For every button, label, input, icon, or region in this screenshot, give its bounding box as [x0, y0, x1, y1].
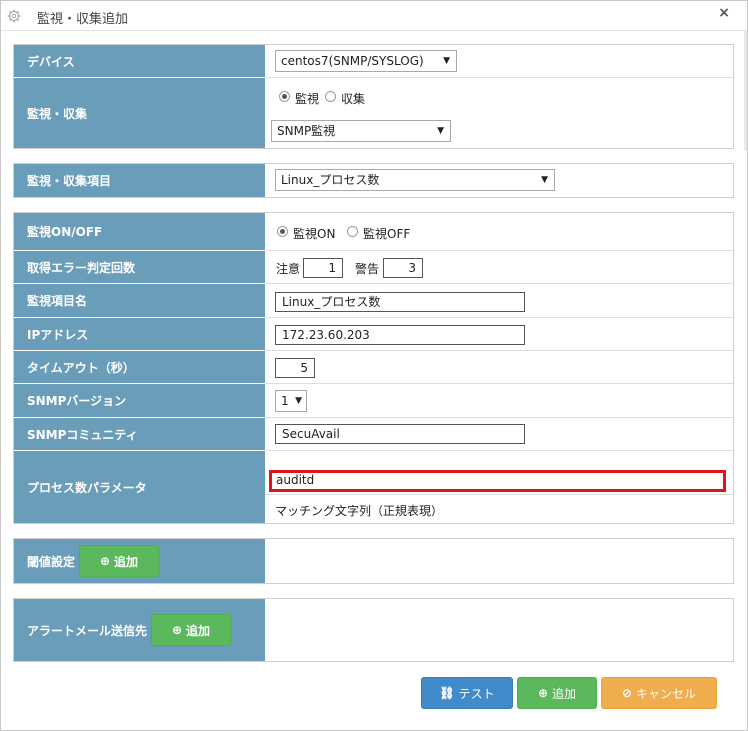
process-param-hint: マッチング文字列（正規表現） [275, 504, 444, 518]
dialog-titlebar: 監視・収集追加 × [1, 1, 747, 31]
snmp-version-row: SNMPバージョン 1 ▼ [14, 384, 733, 418]
community-label: SNMPコミュニティ [14, 418, 265, 451]
monitor-type-value: SNMP監視 [277, 124, 336, 138]
link-icon: ⛓ [439, 686, 455, 700]
onoff-value-cell: 監視ON 監視OFF [265, 213, 733, 251]
item-label: 監視・収集項目 [14, 164, 265, 197]
mode-row: 監視・収集 監視 収集 SNMP監視 ▼ [14, 78, 733, 148]
community-value-cell: SecuAvail [265, 418, 733, 451]
chevron-down-icon: ▼ [541, 175, 548, 185]
add-button[interactable]: ⊕ 追加 [517, 677, 597, 709]
threshold-section: 閾値設定 ⊕ 追加 [13, 538, 734, 584]
device-row: デバイス centos7(SNMP/SYSLOG) ▼ [14, 45, 733, 78]
monitor-off-radio[interactable] [347, 226, 358, 237]
item-name-input[interactable]: Linux_プロセス数 [275, 292, 525, 312]
caution-input[interactable]: 1 [303, 258, 343, 278]
timeout-value-cell: 5 [265, 351, 733, 384]
ban-icon: ⊘ [621, 686, 633, 700]
alert-mail-add-button[interactable]: ⊕ 追加 [151, 614, 231, 646]
add-button-label: 追加 [552, 686, 577, 701]
item-name-row: 監視項目名 Linux_プロセス数 [14, 284, 733, 318]
error-count-label: 取得エラー判定回数 [14, 251, 265, 284]
monitor-radio-label: 監視 [295, 92, 320, 106]
ip-row: IPアドレス 172.23.60.203 [14, 318, 733, 351]
chevron-down-icon: ▼ [437, 126, 444, 136]
test-button-label: テスト [458, 686, 495, 701]
device-select-value: centos7(SNMP/SYSLOG) [281, 54, 424, 68]
chevron-down-icon: ▼ [443, 56, 450, 66]
item-name-value-cell: Linux_プロセス数 [265, 284, 733, 318]
device-section: デバイス centos7(SNMP/SYSLOG) ▼ 監視・収集 監視 収集 … [13, 44, 734, 149]
snmp-version-select[interactable]: 1 ▼ [275, 390, 307, 412]
ip-input[interactable]: 172.23.60.203 [275, 325, 525, 345]
warning-input[interactable]: 3 [383, 258, 423, 278]
test-button[interactable]: ⛓ テスト [421, 677, 513, 709]
threshold-add-button[interactable]: ⊕ 追加 [79, 545, 159, 577]
timeout-label: タイムアウト（秒） [14, 351, 265, 384]
monitor-radio[interactable] [279, 91, 290, 102]
item-select[interactable]: Linux_プロセス数 ▼ [275, 169, 555, 191]
collect-radio[interactable] [325, 91, 336, 102]
scrollbar[interactable] [744, 31, 747, 151]
threshold-add-label: 追加 [114, 554, 139, 569]
close-icon[interactable]: × [718, 5, 730, 21]
settings-section: 監視ON/OFF 監視ON 監視OFF 取得エラー判定回数 注意 1 警告 3 … [13, 212, 734, 524]
process-param-value-cell: auditd マッチング文字列（正規表現） [265, 451, 733, 523]
error-count-row: 取得エラー判定回数 注意 1 警告 3 [14, 251, 733, 284]
error-count-value-cell: 注意 1 警告 3 [265, 251, 733, 284]
plus-circle-icon: ⊕ [99, 554, 111, 568]
onoff-label: 監視ON/OFF [14, 213, 265, 251]
process-param-input[interactable]: auditd [272, 473, 723, 489]
gear-icon [7, 9, 21, 23]
ip-value-cell: 172.23.60.203 [265, 318, 733, 351]
device-label: デバイス [14, 45, 265, 78]
monitor-type-select[interactable]: SNMP監視 ▼ [271, 120, 451, 142]
monitor-on-label: 監視ON [293, 227, 336, 241]
snmp-version-label: SNMPバージョン [14, 384, 265, 418]
alert-mail-row: アラートメール送信先 [14, 599, 733, 661]
community-input[interactable]: SecuAvail [275, 424, 525, 444]
add-monitor-dialog: 監視・収集追加 × デバイス centos7(SNMP/SYSLOG) ▼ 監視… [0, 0, 748, 731]
snmp-version-value-cell: 1 ▼ [265, 384, 733, 418]
process-param-row: プロセス数パラメータ auditd マッチング文字列（正規表現） [14, 451, 733, 523]
mode-label: 監視・収集 [14, 78, 265, 148]
item-select-value: Linux_プロセス数 [281, 173, 380, 187]
plus-circle-icon: ⊕ [171, 623, 183, 637]
item-row: 監視・収集項目 Linux_プロセス数 ▼ [14, 164, 733, 197]
process-param-input-cell: auditd [265, 451, 733, 495]
onoff-row: 監視ON/OFF 監視ON 監視OFF [14, 213, 733, 251]
collect-radio-label: 収集 [341, 92, 366, 106]
process-param-label: プロセス数パラメータ [14, 451, 265, 523]
item-name-label: 監視項目名 [14, 284, 265, 318]
dialog-title: 監視・収集追加 [37, 12, 129, 27]
timeout-input[interactable]: 5 [275, 358, 315, 378]
timeout-row: タイムアウト（秒） 5 [14, 351, 733, 384]
alert-mail-add-label: 追加 [186, 623, 211, 638]
alert-mail-label: アラートメール送信先 [27, 623, 148, 638]
caution-label: 注意 [276, 262, 301, 276]
snmp-version-value: 1 [281, 394, 289, 408]
item-value-cell: Linux_プロセス数 ▼ [265, 164, 733, 197]
alert-mail-section: アラートメール送信先 ⊕ 追加 [13, 598, 734, 662]
monitor-off-label: 監視OFF [363, 227, 411, 241]
chevron-down-icon: ▼ [295, 396, 302, 406]
threshold-label: 閾値設定 [27, 554, 76, 569]
plus-circle-icon: ⊕ [537, 686, 549, 700]
ip-label: IPアドレス [14, 318, 265, 351]
monitor-on-radio[interactable] [277, 226, 288, 237]
threshold-value-cell [265, 539, 733, 583]
alert-mail-value-cell [265, 599, 733, 661]
warning-label: 警告 [355, 262, 380, 276]
cancel-button[interactable]: ⊘ キャンセル [601, 677, 717, 709]
item-section: 監視・収集項目 Linux_プロセス数 ▼ [13, 163, 734, 198]
device-value-cell: centos7(SNMP/SYSLOG) ▼ [265, 45, 733, 78]
cancel-button-label: キャンセル [636, 686, 697, 701]
device-select[interactable]: centos7(SNMP/SYSLOG) ▼ [275, 50, 457, 72]
mode-value-cell: 監視 収集 SNMP監視 ▼ [265, 78, 733, 148]
community-row: SNMPコミュニティ SecuAvail [14, 418, 733, 451]
